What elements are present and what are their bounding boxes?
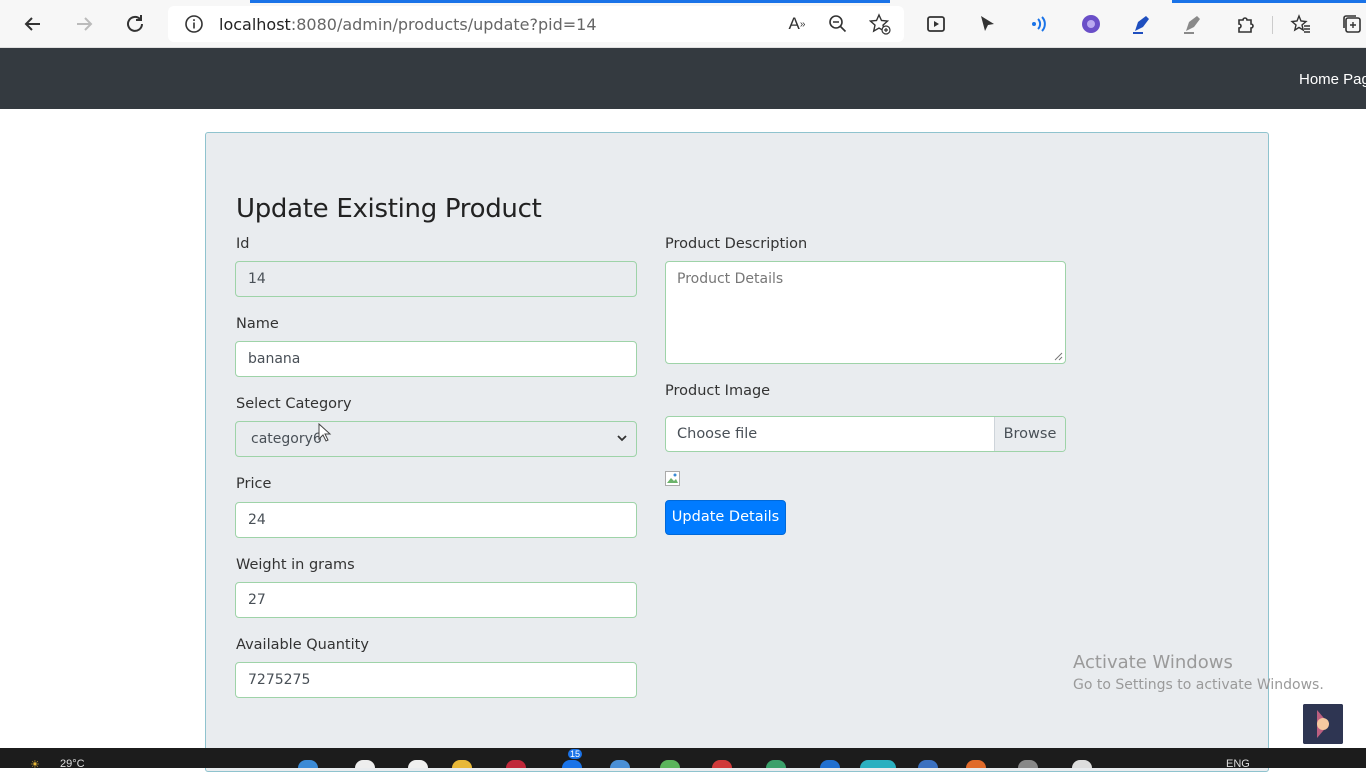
start-icon[interactable]	[298, 760, 318, 768]
broken-image-icon	[665, 471, 680, 486]
play-icon[interactable]	[975, 12, 999, 36]
app-icon-6[interactable]	[966, 760, 986, 768]
chevron-down-icon	[617, 435, 627, 442]
activate-windows-title: Activate Windows	[1073, 652, 1233, 673]
video-thumbnail	[1303, 704, 1343, 744]
refresh-icon[interactable]	[121, 10, 149, 38]
zoom-out-icon[interactable]	[826, 12, 850, 36]
id-field[interactable]: 14	[235, 261, 637, 297]
price-field[interactable]: 24	[235, 502, 637, 538]
windows-taskbar: ☀ 29°C 15 ENG	[0, 748, 1366, 771]
quantity-label: Available Quantity	[236, 637, 369, 653]
forward-icon[interactable]	[70, 10, 98, 38]
resize-handle-icon[interactable]	[1053, 351, 1063, 361]
weight-label: Weight in grams	[236, 557, 355, 573]
name-label: Name	[236, 316, 279, 332]
chrome-icon[interactable]	[712, 760, 732, 768]
id-label: Id	[236, 236, 250, 252]
url-host: localhost	[219, 15, 291, 34]
page-title: Update Existing Product	[236, 194, 542, 224]
weather-text[interactable]: 29°C	[60, 758, 85, 770]
language-indicator[interactable]: ENG	[1226, 758, 1250, 770]
loading-indicator-right	[1172, 0, 1366, 3]
image-file-input[interactable]: Choose file Browse	[665, 416, 1066, 452]
app-icon-3[interactable]	[660, 760, 680, 768]
wifi-icon[interactable]	[1027, 12, 1051, 36]
quantity-field[interactable]: 7275275	[235, 662, 637, 698]
favorites-icon[interactable]	[1289, 12, 1313, 36]
extensions-icon[interactable]	[1233, 12, 1257, 36]
mouse-cursor-icon	[318, 423, 332, 442]
app-icon-2[interactable]	[610, 760, 630, 768]
app-navbar: Home Pag	[0, 48, 1366, 109]
activate-windows-subtitle: Go to Settings to activate Windows.	[1073, 677, 1324, 693]
pen-disabled-icon[interactable]	[1181, 12, 1205, 36]
image-label: Product Image	[665, 383, 771, 399]
file-explorer-icon[interactable]	[452, 760, 472, 768]
vscode-icon[interactable]	[820, 760, 840, 768]
price-label: Price	[236, 476, 272, 492]
weight-field[interactable]: 27	[235, 582, 637, 618]
edge-icon[interactable]	[860, 760, 896, 768]
file-placeholder: Choose file	[677, 426, 758, 442]
category-select[interactable]: category6	[235, 421, 637, 457]
category-selected-value: category6	[251, 431, 322, 447]
pen-icon[interactable]	[1130, 12, 1154, 36]
app-icon[interactable]	[924, 12, 948, 36]
search-icon[interactable]	[355, 760, 375, 768]
description-placeholder: Product Details	[677, 271, 784, 287]
app-icon-7[interactable]	[1072, 760, 1092, 768]
task-view-icon[interactable]	[408, 760, 428, 768]
name-field[interactable]: banana	[235, 341, 637, 377]
update-details-button[interactable]: Update Details	[665, 500, 786, 535]
info-icon[interactable]	[184, 14, 204, 34]
read-aloud-icon[interactable]: A»	[785, 12, 809, 36]
loading-indicator	[250, 0, 890, 3]
url-path: :8080/admin/products/update?pid=14	[290, 15, 597, 34]
weather-icon[interactable]: ☀	[30, 758, 40, 771]
browse-button[interactable]: Browse	[994, 417, 1065, 451]
description-textarea[interactable]: Product Details	[665, 261, 1066, 364]
collections-icon[interactable]	[1340, 12, 1364, 36]
category-label: Select Category	[236, 396, 352, 412]
home-page-link[interactable]: Home Pag	[1299, 71, 1366, 88]
app-icon-4[interactable]	[766, 760, 786, 768]
settings-icon[interactable]	[1018, 760, 1038, 768]
toolbar-divider	[1272, 16, 1273, 34]
notification-badge: 15	[568, 749, 583, 759]
app-red-icon[interactable]	[506, 760, 526, 768]
back-icon[interactable]	[19, 10, 47, 38]
extension-purple-icon[interactable]	[1079, 12, 1103, 36]
app-blue-icon[interactable]: 15	[562, 749, 583, 768]
url-text[interactable]: localhost:8080/admin/products/update?pid…	[219, 15, 597, 34]
browser-toolbar: localhost:8080/admin/products/update?pid…	[0, 0, 1366, 48]
description-label: Product Description	[665, 236, 808, 252]
app-icon-5[interactable]	[918, 760, 938, 768]
favorite-add-icon[interactable]	[868, 12, 892, 36]
